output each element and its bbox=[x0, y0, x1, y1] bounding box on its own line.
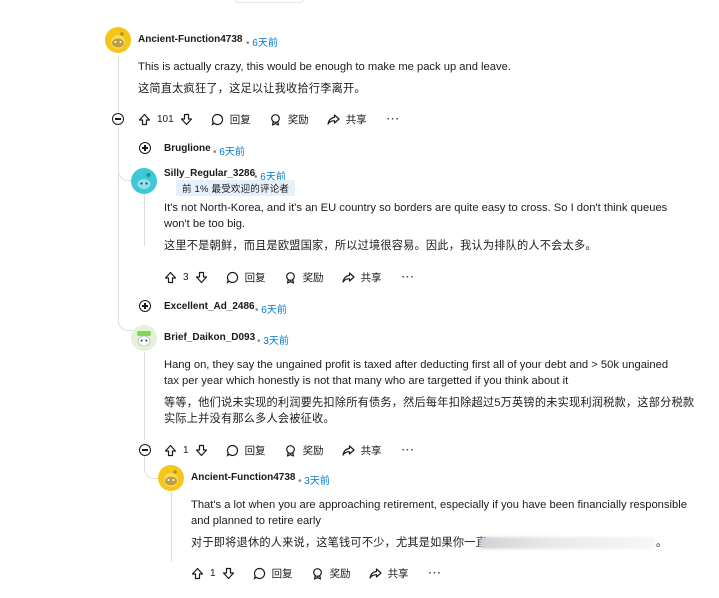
timestamp[interactable]: • 3天前 bbox=[298, 472, 330, 487]
speech-bubble-icon bbox=[253, 567, 265, 580]
comment-actions: 1 回复 奖励 共享 ··· bbox=[164, 441, 415, 459]
more-options-button[interactable]: ··· bbox=[429, 567, 443, 579]
username[interactable]: Brief_Daikon_D093 bbox=[164, 332, 255, 343]
vote-count: 1 bbox=[183, 444, 189, 456]
redacted-text bbox=[480, 537, 656, 549]
share-icon bbox=[368, 567, 382, 579]
comment-text-en: won't be too big. bbox=[164, 218, 246, 230]
comment-actions: 101 回复 奖励 共享 ··· bbox=[138, 110, 400, 128]
share-button[interactable]: 共享 bbox=[327, 112, 367, 127]
username[interactable]: Ancient-Function4738 bbox=[138, 34, 242, 45]
share-button[interactable]: 共享 bbox=[341, 270, 382, 285]
thread-line bbox=[171, 492, 172, 562]
username[interactable]: Excellent_Ad_2486 bbox=[164, 301, 255, 312]
avatar[interactable] bbox=[131, 325, 157, 351]
upvote-icon[interactable] bbox=[164, 444, 177, 457]
upvote-icon[interactable] bbox=[164, 271, 177, 284]
more-options-button[interactable]: ··· bbox=[402, 444, 416, 456]
timestamp[interactable]: • 6天前 bbox=[255, 301, 287, 316]
comment-text-zh-end: 。 bbox=[656, 537, 668, 549]
award-icon bbox=[285, 444, 295, 457]
downvote-icon[interactable] bbox=[195, 444, 208, 457]
award-icon bbox=[285, 271, 295, 284]
speech-bubble-icon bbox=[211, 113, 223, 126]
comment-text-en: and planned to retire early bbox=[191, 515, 321, 527]
comment-text-zh: 对于即将退休的人来说，这笔钱可不少，尤其是如果你一直 bbox=[191, 537, 488, 549]
award-button[interactable]: 奖励 bbox=[284, 443, 324, 458]
thread-branch bbox=[118, 300, 135, 331]
share-icon bbox=[341, 271, 355, 283]
avatar[interactable] bbox=[158, 465, 184, 491]
expand-thread-button[interactable] bbox=[139, 300, 151, 312]
vote-count: 101 bbox=[157, 113, 174, 125]
thread-branch bbox=[144, 456, 159, 479]
share-button[interactable]: 共享 bbox=[368, 566, 409, 581]
vote-count: 3 bbox=[183, 271, 189, 283]
more-options-button[interactable]: ··· bbox=[402, 271, 416, 283]
top-commenter-badge: 前 1% 最受欢迎的评论者 bbox=[176, 180, 296, 196]
comment-text-en: It's not North-Korea, and it's an EU cou… bbox=[164, 202, 668, 214]
reply-button[interactable]: 回复 bbox=[211, 112, 251, 127]
share-icon bbox=[327, 113, 340, 125]
timestamp[interactable]: • 6天前 bbox=[213, 143, 245, 158]
vote-count: 1 bbox=[210, 567, 216, 579]
award-button[interactable]: 奖励 bbox=[269, 112, 309, 127]
downvote-icon[interactable] bbox=[195, 271, 208, 284]
downvote-icon[interactable] bbox=[222, 567, 235, 580]
timestamp[interactable]: • 6天前 bbox=[246, 34, 278, 49]
award-button[interactable]: 奖励 bbox=[284, 270, 324, 285]
avatar[interactable] bbox=[131, 168, 157, 194]
award-button[interactable]: 奖励 bbox=[311, 566, 351, 581]
comment-text-en: This is actually crazy, this would be en… bbox=[138, 61, 511, 73]
more-options-button[interactable]: ··· bbox=[387, 113, 401, 125]
comment-text-zh: 等等，他们说未实现的利润要先扣除所有债务，然后每年扣除超过5万英镑的未实现利润税… bbox=[164, 397, 695, 409]
thread-line bbox=[144, 190, 145, 246]
award-icon bbox=[270, 113, 280, 126]
share-button[interactable]: 共享 bbox=[341, 443, 382, 458]
username[interactable]: Bruglione bbox=[164, 143, 211, 154]
username[interactable]: Silly_Regular_3286 bbox=[164, 168, 255, 179]
thread-line bbox=[118, 56, 119, 112]
comment-text-zh: 这里不是朝鲜，而且是欧盟国家，所以过境很容易。因此，我认为排队的人不会太多。 bbox=[164, 240, 597, 252]
reply-button[interactable]: 回复 bbox=[226, 443, 266, 458]
timestamp[interactable]: • 3天前 bbox=[257, 332, 289, 347]
speech-bubble-icon bbox=[226, 444, 238, 457]
thread-line bbox=[118, 128, 119, 324]
thread-line bbox=[144, 352, 145, 440]
upvote-icon[interactable] bbox=[138, 113, 151, 126]
comment-text-en: Hang on, they say the ungained profit is… bbox=[164, 359, 669, 371]
comment-actions: 1 回复 奖励 共享 ··· bbox=[191, 564, 442, 582]
top-edge bbox=[0, 0, 719, 4]
reply-button[interactable]: 回复 bbox=[253, 566, 293, 581]
comment-text-zh: 这简直太疯狂了，这足以让我收拾行李离开。 bbox=[138, 83, 366, 95]
award-icon bbox=[312, 567, 322, 580]
speech-bubble-icon bbox=[226, 271, 238, 284]
comment-actions: 3 回复 奖励 共享 ··· bbox=[164, 268, 415, 286]
comment-text-en: That's a lot when you are approaching re… bbox=[191, 499, 687, 511]
avatar[interactable] bbox=[105, 27, 131, 53]
upvote-icon[interactable] bbox=[191, 567, 204, 580]
collapse-thread-button[interactable] bbox=[139, 444, 151, 456]
downvote-icon[interactable] bbox=[180, 113, 193, 126]
expand-thread-button[interactable] bbox=[139, 142, 151, 154]
comment-text-en: tax per year which honestly is not that … bbox=[164, 375, 569, 387]
comment-text-zh: 实际上并没有那么多人会被征收。 bbox=[164, 413, 335, 425]
collapse-thread-button[interactable] bbox=[112, 113, 124, 125]
reply-button[interactable]: 回复 bbox=[226, 270, 266, 285]
username[interactable]: Ancient-Function4738 bbox=[191, 472, 295, 483]
share-icon bbox=[341, 444, 355, 456]
